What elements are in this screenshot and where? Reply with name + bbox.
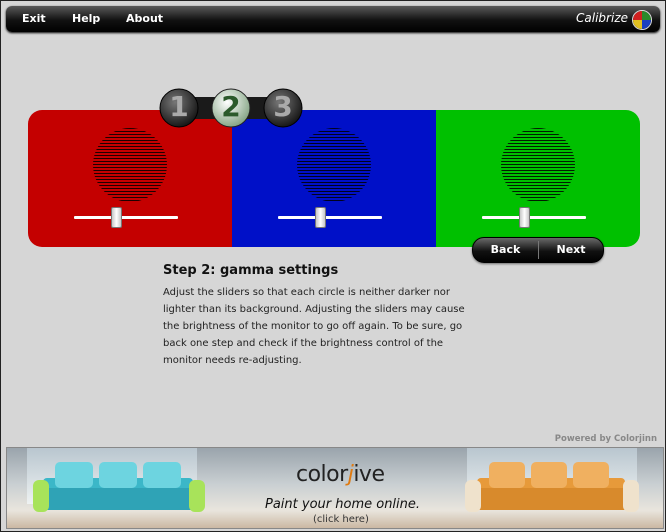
menu-help[interactable]: Help (72, 12, 100, 25)
menu-bar: Exit Help About Calibrize (6, 6, 660, 32)
banner-click-here[interactable]: (click here) (313, 514, 369, 525)
app-brand: Calibrize (576, 11, 628, 25)
color-wheel-icon (632, 10, 652, 30)
navigation-buttons: Back Next (472, 237, 604, 263)
next-button[interactable]: Next (539, 238, 603, 262)
step-instructions: Adjust the sliders so that each circle i… (163, 284, 481, 369)
red-gamma-slider[interactable] (74, 207, 178, 228)
instruction-line: the brightness of the monitor to go off … (163, 321, 463, 332)
red-slider-thumb[interactable] (110, 207, 122, 228)
red-gamma-circle (93, 128, 167, 202)
instruction-line: back one step and check if the brightnes… (163, 338, 444, 349)
instruction-line: Adjust the sliders so that each circle i… (163, 287, 451, 298)
step-title: Step 2: gamma settings (163, 263, 339, 278)
blue-slider-thumb[interactable] (314, 207, 326, 228)
gamma-panels (28, 110, 640, 247)
step-2-current: 2 (221, 90, 241, 123)
step-3: 3 (273, 90, 293, 123)
green-panel (436, 110, 640, 247)
powered-by-link[interactable]: Powered by Colorjinn (555, 434, 657, 444)
back-button[interactable]: Back (473, 238, 538, 262)
step-indicator: 1 2 3 (159, 87, 303, 131)
menu-exit[interactable]: Exit (22, 12, 46, 25)
colorjive-logo: colorjive (296, 462, 385, 487)
green-gamma-circle (501, 128, 575, 202)
instruction-line: lighter than its background. Adjusting t… (163, 304, 465, 315)
blue-gamma-circle (297, 128, 371, 202)
banner-tagline: Paint your home online. (265, 497, 421, 512)
ad-banner[interactable]: colorjive Paint your home online. (click… (6, 447, 664, 529)
blue-gamma-slider[interactable] (278, 207, 382, 228)
green-slider-thumb[interactable] (518, 207, 530, 228)
step-1: 1 (169, 90, 189, 123)
instruction-line: monitor needs re-adjusting. (163, 355, 302, 366)
app-window: Exit Help About Calibrize 1 2 3 Back Nex… (0, 0, 666, 532)
menu-about[interactable]: About (126, 12, 163, 25)
green-gamma-slider[interactable] (482, 207, 586, 228)
